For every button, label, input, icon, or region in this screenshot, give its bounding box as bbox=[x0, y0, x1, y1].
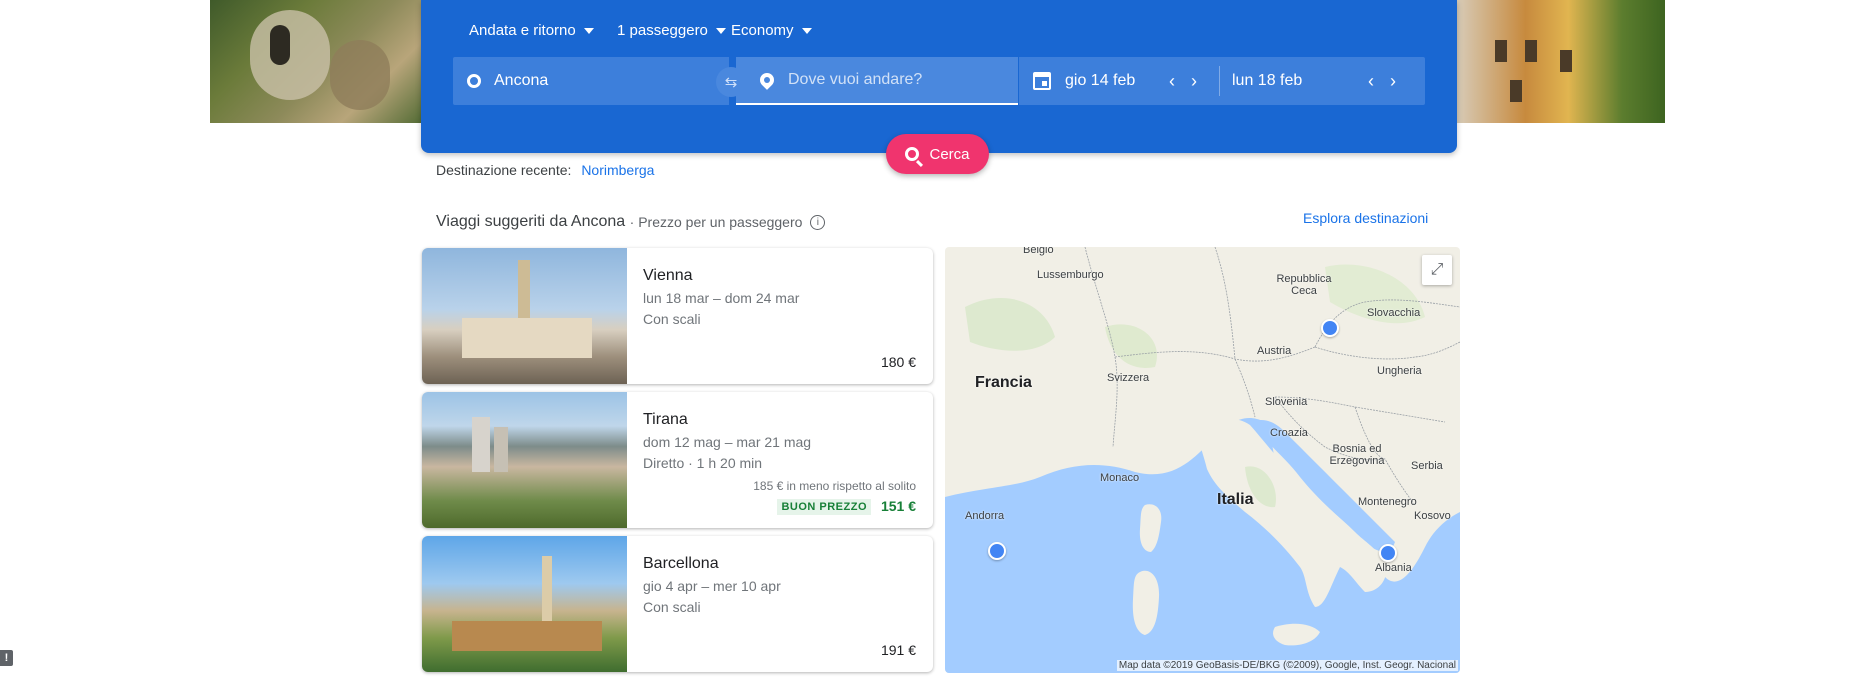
map-label-montenegro: Montenegro bbox=[1358, 496, 1417, 508]
trip-city: Tirana bbox=[643, 411, 688, 428]
map-label-kosovo: Kosovo bbox=[1414, 510, 1451, 522]
map-marker-tirana[interactable] bbox=[1379, 544, 1397, 562]
trip-dates: lun 18 mar – dom 24 mar bbox=[643, 290, 800, 306]
map-label-ungheria: Ungheria bbox=[1377, 365, 1422, 377]
info-icon[interactable]: i bbox=[810, 214, 826, 230]
map-label-slovacchia: Slovacchia bbox=[1367, 307, 1421, 319]
map-label-albania: Albania bbox=[1375, 562, 1412, 574]
trip-price: 151 € bbox=[880, 498, 916, 514]
destination-placeholder: Dove vuoi andare? bbox=[788, 71, 923, 88]
trip-dates: gio 4 apr – mer 10 apr bbox=[643, 578, 781, 594]
search-panel: Andata e ritorno 1 passeggero Economy An… bbox=[421, 0, 1457, 153]
chevron-left-icon[interactable]: ‹ bbox=[1368, 71, 1374, 92]
passengers-dropdown[interactable]: 1 passeggero bbox=[617, 22, 726, 39]
map-label-lussemburgo: Lussemburgo bbox=[1037, 269, 1104, 281]
origin-circle-icon bbox=[467, 74, 481, 88]
destinations-map[interactable]: Belgio Lussemburgo Francia Svizzera Aust… bbox=[945, 247, 1460, 673]
cabin-class-label: Economy bbox=[731, 22, 794, 39]
hero-image-left bbox=[210, 0, 425, 123]
cabin-class-dropdown[interactable]: Economy bbox=[731, 22, 812, 39]
map-label-monaco: Monaco bbox=[1100, 472, 1140, 484]
date-fields: gio 14 feb ‹ › lun 18 feb ‹ › bbox=[1019, 57, 1425, 105]
trip-city: Vienna bbox=[643, 267, 693, 284]
trip-price: 191 € bbox=[880, 642, 916, 658]
map-label-slovenia: Slovenia bbox=[1265, 396, 1308, 408]
map-label-austria: Austria bbox=[1257, 345, 1292, 357]
return-date[interactable]: lun 18 feb bbox=[1232, 72, 1360, 90]
trip-stops: Con scali bbox=[643, 599, 701, 615]
recent-destination-link[interactable]: Norimberga bbox=[581, 162, 654, 178]
recent-destination: Destinazione recente: Norimberga bbox=[436, 162, 654, 178]
date-divider bbox=[1219, 66, 1220, 96]
suggested-title: Viaggi suggeriti da Ancona bbox=[436, 213, 626, 230]
map-label-svizzera: Svizzera bbox=[1107, 372, 1150, 384]
search-button[interactable]: Cerca bbox=[886, 134, 989, 174]
chevron-left-icon[interactable]: ‹ bbox=[1169, 71, 1175, 92]
destination-field[interactable]: Dove vuoi andare? bbox=[736, 57, 1018, 105]
trip-type-label: Andata e ritorno bbox=[469, 22, 576, 39]
trip-card-vienna[interactable]: Vienna lun 18 mar – dom 24 mar Con scali… bbox=[422, 248, 933, 384]
caret-down-icon bbox=[801, 27, 812, 34]
location-pin-icon bbox=[757, 70, 777, 90]
recent-label: Destinazione recente: bbox=[436, 162, 572, 178]
search-icon bbox=[905, 147, 920, 161]
map-label-repubblica-ceca: Repubblica Ceca bbox=[1276, 273, 1332, 297]
trip-card-barcellona[interactable]: Barcellona gio 4 apr – mer 10 apr Con sc… bbox=[422, 536, 933, 672]
calendar-icon bbox=[1033, 72, 1051, 90]
trip-image bbox=[422, 392, 627, 528]
map-label-italia: Italia bbox=[1217, 491, 1254, 508]
trip-card-tirana[interactable]: Tirana dom 12 mag – mar 21 mag Diretto ·… bbox=[422, 392, 933, 528]
trip-image bbox=[422, 536, 627, 672]
trip-price: 180 € bbox=[880, 354, 916, 370]
map-label-bosnia: Bosnia ed Erzegovina bbox=[1329, 443, 1385, 467]
map-attribution: Map data ©2019 GeoBasis-DE/BKG (©2009), … bbox=[1116, 660, 1458, 671]
origin-value: Ancona bbox=[494, 72, 549, 89]
map-label-serbia: Serbia bbox=[1411, 460, 1443, 472]
search-button-label: Cerca bbox=[929, 145, 970, 163]
flights-page: Andata e ritorno 1 passeggero Economy An… bbox=[0, 0, 1863, 681]
map-marker-barcellona[interactable] bbox=[988, 542, 1006, 560]
trip-dates: dom 12 mag – mar 21 mag bbox=[643, 434, 812, 450]
passengers-label: 1 passeggero bbox=[617, 22, 708, 39]
map-marker-vienna[interactable] bbox=[1321, 319, 1339, 337]
trip-city: Barcellona bbox=[643, 555, 719, 572]
expand-map-icon[interactable]: ⤢ bbox=[1422, 255, 1452, 285]
chevron-right-icon[interactable]: › bbox=[1191, 71, 1197, 92]
caret-down-icon bbox=[715, 27, 726, 34]
good-price-badge: BUON PREZZO bbox=[777, 499, 871, 515]
suggested-subtitle: · Prezzo per un passeggero bbox=[629, 214, 803, 230]
explore-destinations-link[interactable]: Esplora destinazioni bbox=[1303, 210, 1428, 226]
trip-stops: Con scali bbox=[643, 311, 701, 327]
map-label-andorra: Andorra bbox=[965, 510, 1005, 522]
caret-down-icon bbox=[583, 27, 594, 34]
suggested-trips-header: Viaggi suggeriti da Ancona · Prezzo per … bbox=[436, 213, 826, 231]
trip-saving: 185 € in meno rispetto al solito bbox=[753, 479, 916, 493]
depart-date[interactable]: gio 14 feb bbox=[1065, 72, 1161, 90]
trip-stops: Diretto · 1 h 20 min bbox=[643, 455, 763, 471]
hero-image-right bbox=[1450, 0, 1665, 123]
swap-icon[interactable]: ⇆ bbox=[716, 67, 746, 97]
trip-type-dropdown[interactable]: Andata e ritorno bbox=[469, 22, 594, 39]
trip-image bbox=[422, 248, 627, 384]
origin-field[interactable]: Ancona bbox=[453, 57, 729, 105]
map-label-francia: Francia bbox=[975, 374, 1032, 391]
feedback-icon[interactable]: ! bbox=[0, 650, 13, 666]
chevron-right-icon[interactable]: › bbox=[1390, 71, 1396, 92]
map-label-croazia: Croazia bbox=[1270, 427, 1308, 439]
map-label-belgio: Belgio bbox=[1023, 247, 1054, 256]
